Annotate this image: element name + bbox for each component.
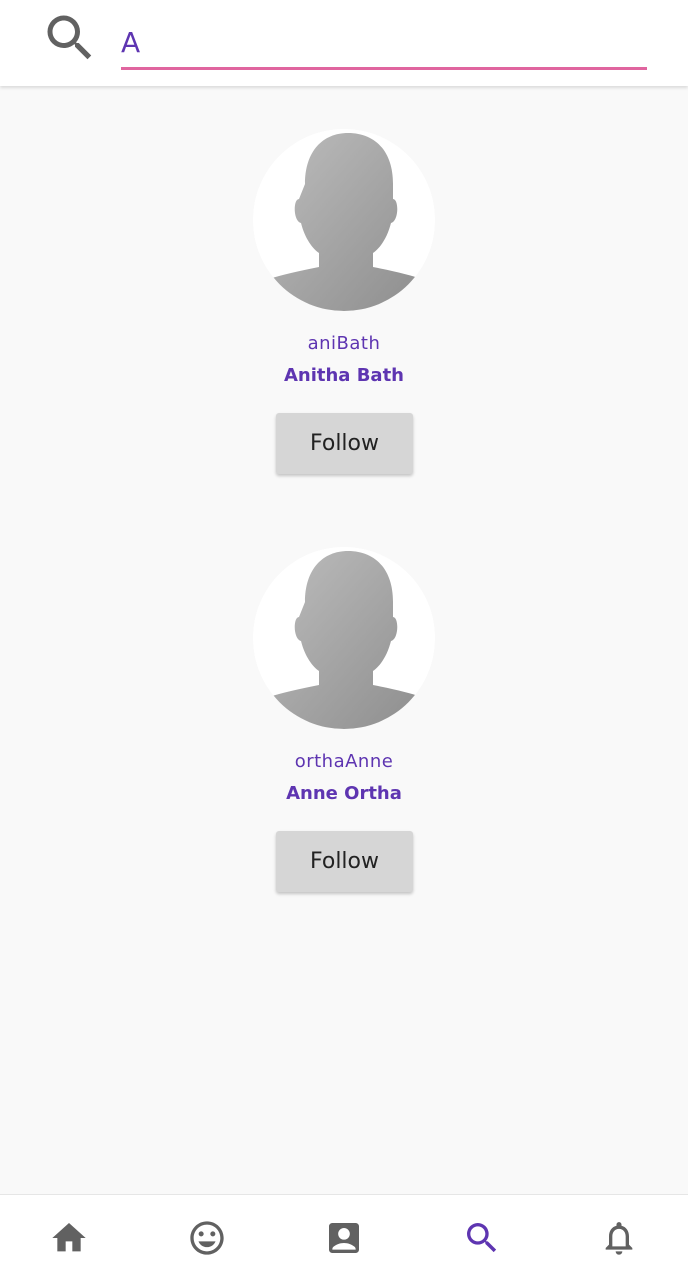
- nav-home[interactable]: [0, 1195, 138, 1280]
- bell-icon: [599, 1218, 639, 1258]
- search-field[interactable]: [121, 18, 647, 70]
- home-icon: [49, 1218, 89, 1258]
- full-name[interactable]: Anitha Bath: [0, 365, 688, 386]
- follow-button[interactable]: Follow: [276, 413, 413, 474]
- nav-profile[interactable]: [275, 1195, 413, 1280]
- bottom-navigation: [0, 1194, 688, 1280]
- app-screen: aniBath Anitha Bath Follow orthaAnne: [0, 0, 688, 1280]
- smiley-icon: [187, 1218, 227, 1258]
- user-card: aniBath Anitha Bath Follow: [0, 129, 688, 519]
- follow-button[interactable]: Follow: [276, 831, 413, 892]
- user-card: orthaAnne Anne Ortha Follow: [0, 547, 688, 937]
- default-avatar-icon[interactable]: [253, 129, 435, 311]
- username[interactable]: aniBath: [0, 333, 688, 354]
- search-icon[interactable]: [40, 8, 100, 68]
- default-avatar-icon[interactable]: [253, 547, 435, 729]
- nav-mood[interactable]: [138, 1195, 276, 1280]
- nav-notifications[interactable]: [550, 1195, 688, 1280]
- search-icon: [462, 1218, 502, 1258]
- full-name[interactable]: Anne Ortha: [0, 783, 688, 804]
- contact-card-icon: [324, 1218, 364, 1258]
- search-bar: [0, 0, 688, 86]
- nav-search[interactable]: [413, 1195, 551, 1280]
- search-input[interactable]: [121, 18, 647, 66]
- search-results: aniBath Anitha Bath Follow orthaAnne Ann…: [0, 86, 688, 1194]
- username[interactable]: orthaAnne: [0, 751, 688, 772]
